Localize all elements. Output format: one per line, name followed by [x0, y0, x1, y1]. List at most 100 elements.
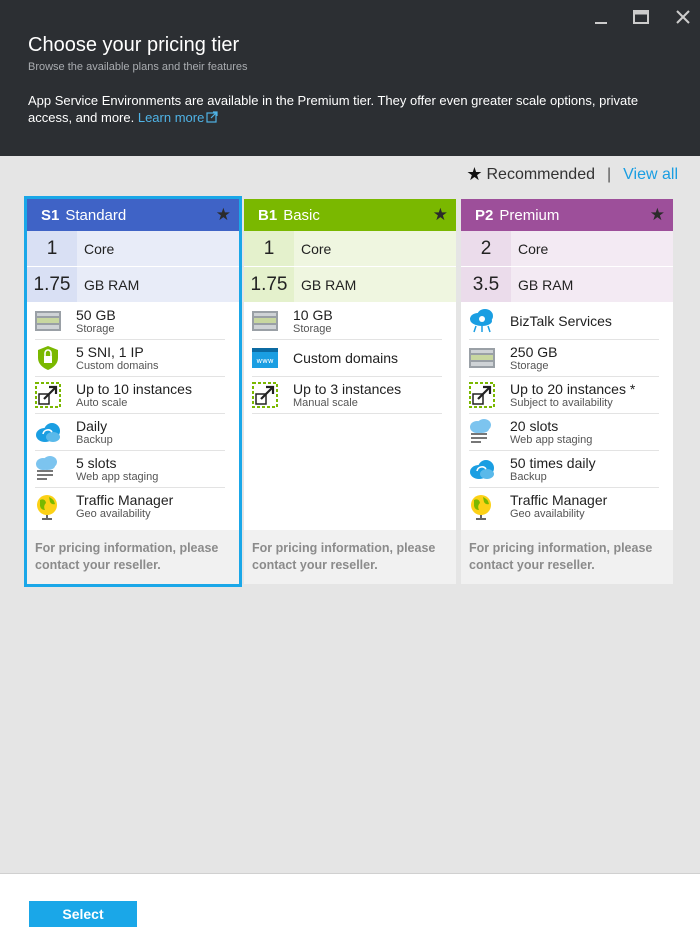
recommended-star-icon: ★ — [432, 205, 448, 224]
feature-title: Daily — [76, 417, 108, 434]
feature-item: 5 slots Web app staging — [35, 451, 225, 488]
storage-icon — [35, 308, 61, 334]
core-count: 1 — [27, 231, 77, 266]
core-label: Core — [84, 240, 115, 257]
ram-spec: 1.75 GB RAM — [244, 267, 456, 303]
feature-title: Custom domains — [293, 349, 399, 366]
close-icon[interactable] — [674, 8, 692, 26]
feature-item: BizTalk Services — [469, 303, 659, 340]
feature-item: 10 GB Storage — [252, 303, 442, 340]
feature-title: 50 GB — [76, 306, 116, 323]
globe-icon — [35, 494, 61, 520]
blade-description: App Service Environments are available i… — [28, 92, 668, 126]
feature-title: 5 SNI, 1 IP — [76, 343, 144, 360]
ram-amount: 1.75 — [27, 267, 77, 302]
feature-item: Up to 10 instances Auto scale — [35, 377, 225, 414]
tier-code: B1 — [258, 206, 278, 224]
storage-icon — [469, 345, 495, 371]
pricing-note: For pricing information, please contact … — [27, 530, 239, 584]
staging-slots-icon — [469, 419, 495, 445]
pricing-note: For pricing information, please contact … — [461, 530, 673, 584]
feature-subtitle: Manual scale — [293, 396, 358, 409]
feature-title: 20 slots — [510, 417, 559, 434]
core-label: Core — [301, 240, 332, 257]
tier-name: Basic — [283, 206, 320, 224]
feature-item: 50 GB Storage — [35, 303, 225, 340]
feature-subtitle: Web app staging — [76, 470, 159, 483]
feature-title: Up to 3 instances — [293, 380, 402, 397]
feature-item: 50 times daily Backup — [469, 451, 659, 488]
recommended-star-icon: ★ — [649, 205, 665, 224]
blade-header: Choose your pricing tier Browse the avai… — [0, 0, 700, 156]
feature-title: Up to 10 instances — [76, 380, 192, 397]
recommended-label: Recommended — [486, 165, 596, 183]
feature-title: Traffic Manager — [510, 492, 608, 508]
backup-cloud-icon — [35, 419, 61, 445]
core-label: Core — [518, 240, 549, 257]
ram-spec: 3.5 GB RAM — [461, 267, 673, 303]
feature-title: 5 slots — [76, 454, 117, 471]
feature-title: 10 GB — [293, 306, 333, 323]
blade-footer: Select — [0, 873, 700, 944]
feature-title: Traffic Manager — [76, 492, 174, 508]
feature-subtitle: Geo availability — [76, 508, 151, 520]
feature-item: www Custom domains — [252, 340, 442, 377]
select-button[interactable]: Select — [29, 901, 137, 927]
learn-more-link[interactable]: Learn more — [138, 110, 218, 125]
core-spec: 2 Core — [461, 231, 673, 267]
tier-card-p2[interactable]: P2 Premium ★ 2 Core 3.5 GB RAM BizTalk Services… — [461, 199, 673, 584]
feature-subtitle: Geo availability — [510, 508, 585, 520]
external-link-icon — [206, 111, 218, 123]
feature-item: Daily Backup — [35, 414, 225, 451]
feature-item: 5 SNI, 1 IP Custom domains — [35, 340, 225, 377]
tier-header: P2 Premium ★ — [461, 199, 673, 231]
star-icon: ★ — [466, 164, 483, 184]
storage-icon — [252, 308, 278, 334]
feature-item: 250 GB Storage — [469, 340, 659, 377]
biztalk-icon — [469, 308, 495, 334]
svg-text:www: www — [256, 357, 273, 365]
feature-subtitle: Backup — [510, 470, 547, 483]
tier-card-s1[interactable]: S1 Standard ★ 1 Core 1.75 GB RAM 50 GB Storage 5 … — [24, 196, 242, 587]
staging-slots-icon — [35, 456, 61, 482]
core-spec: 1 Core — [244, 231, 456, 267]
scale-icon — [252, 382, 278, 408]
tier-name: Premium — [499, 206, 560, 224]
minimize-icon[interactable] — [592, 8, 610, 26]
globe-icon — [469, 494, 495, 520]
ram-spec: 1.75 GB RAM — [27, 267, 239, 303]
feature-item: Traffic Manager Geo availability — [469, 488, 659, 525]
core-count: 1 — [244, 231, 294, 266]
tier-header: S1 Standard ★ — [27, 199, 239, 231]
ram-amount: 1.75 — [244, 267, 294, 302]
feature-subtitle: Backup — [76, 433, 113, 446]
tier-code: P2 — [475, 206, 494, 224]
blade-subtitle: Browse the available plans and their fea… — [28, 61, 248, 73]
pricing-note: For pricing information, please contact … — [244, 530, 456, 584]
feature-subtitle: Auto scale — [76, 396, 128, 409]
tier-card-b1[interactable]: B1 Basic ★ 1 Core 1.75 GB RAM 10 GB Storage www Cu… — [244, 199, 456, 584]
feature-subtitle: Custom domains — [76, 359, 159, 372]
tier-code: S1 — [41, 206, 60, 224]
separator: | — [607, 165, 612, 183]
recommended-star-icon: ★ — [215, 205, 231, 224]
ram-amount: 3.5 — [461, 267, 511, 302]
feature-subtitle: Storage — [510, 359, 549, 372]
tier-header: B1 Basic ★ — [244, 199, 456, 231]
feature-item: 20 slots Web app staging — [469, 414, 659, 451]
maximize-icon[interactable] — [632, 8, 650, 26]
ram-label: GB RAM — [518, 276, 574, 293]
feature-item: Traffic Manager Geo availability — [35, 488, 225, 525]
view-all-link[interactable]: View all — [623, 166, 678, 184]
ram-label: GB RAM — [84, 276, 140, 293]
feature-subtitle: Subject to availability — [510, 396, 613, 409]
feature-title: 50 times daily — [510, 454, 596, 471]
feature-subtitle: Storage — [293, 322, 332, 335]
scale-icon — [35, 382, 61, 408]
feature-subtitle: Web app staging — [510, 433, 593, 446]
scale-icon — [469, 382, 495, 408]
feature-title: Up to 20 instances * — [510, 380, 636, 397]
feature-title: BizTalk Services — [510, 312, 612, 329]
recommended-bar: ★ Recommended | View all — [466, 164, 678, 185]
core-count: 2 — [461, 231, 511, 266]
